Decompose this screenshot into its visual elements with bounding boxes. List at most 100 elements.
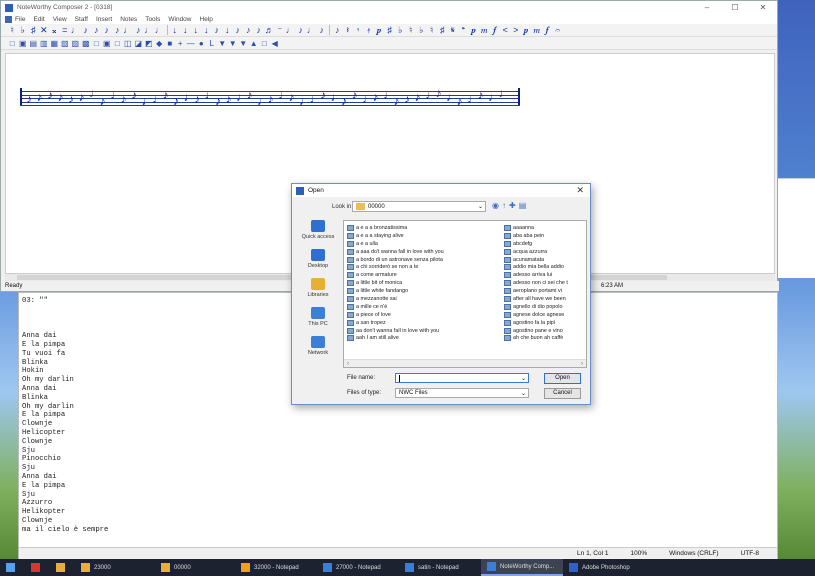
scroll-left-icon[interactable]: ‹ <box>347 361 349 367</box>
place-network[interactable]: Network <box>298 336 338 362</box>
file-item[interactable]: aa don't wanna fall in love with you <box>347 327 459 335</box>
menu-item-edit[interactable]: Edit <box>33 16 44 23</box>
back-icon[interactable]: ◉ <box>492 201 499 210</box>
toolbar-button[interactable]: > <box>511 24 522 37</box>
file-item[interactable]: adesso arriva lui <box>504 271 586 279</box>
toolbar-button[interactable]: ♩ <box>285 24 296 37</box>
toolbar-button[interactable]: ♩ <box>306 24 317 37</box>
file-item[interactable]: aaaanna <box>504 224 586 232</box>
file-item[interactable]: after all have we been <box>504 295 586 303</box>
file-item[interactable]: aeroplano portami vi <box>504 287 586 295</box>
toolbar-button[interactable]: ♪ <box>133 24 144 37</box>
file-list-scrollbar[interactable]: ‹ › <box>344 359 586 367</box>
cancel-button[interactable]: Cancel <box>544 388 581 399</box>
toolbar-button[interactable]: 𝆏 <box>521 24 532 37</box>
file-item[interactable]: a chi sorriderò se non a te <box>347 263 459 271</box>
toolbar-button[interactable]: □ <box>112 37 123 50</box>
file-item[interactable]: adesso non ci sei che t <box>504 279 586 287</box>
menu-item-tools[interactable]: Tools <box>145 16 160 23</box>
taskbar-item[interactable]: NoteWorthy Comp... <box>481 559 563 576</box>
toolbar-button[interactable]: ♪ <box>317 24 328 37</box>
toolbar-button[interactable]: ◪ <box>133 37 144 50</box>
new-folder-icon[interactable]: ✚ <box>509 201 516 210</box>
toolbar-button[interactable]: 𝄽 <box>343 24 354 37</box>
taskbar-item[interactable]: satin - Notepad <box>399 559 481 576</box>
file-item[interactable]: a come armature <box>347 271 459 279</box>
toolbar-button[interactable]: ▧ <box>60 37 71 50</box>
file-list[interactable]: a e a a bronzatissima a e a a staying ali… <box>343 220 587 368</box>
file-item[interactable]: a little white fandango <box>347 287 459 295</box>
toolbar-button[interactable]: ♮ <box>7 24 18 37</box>
file-item[interactable]: aba aba pein <box>504 232 586 240</box>
toolbar-button[interactable]: 𝆏 <box>469 24 480 37</box>
toolbar-button[interactable]: ♪ <box>81 24 92 37</box>
up-folder-icon[interactable]: ↑ <box>502 201 506 210</box>
toolbar-button[interactable]: 𝄾 <box>353 24 364 37</box>
toolbar-button[interactable]: 𝆐 <box>532 24 543 37</box>
place-this-pc[interactable]: This PC <box>298 307 338 333</box>
toolbar-button[interactable]: ◆ <box>154 37 165 50</box>
minimize-icon[interactable]: – <box>693 3 721 12</box>
file-item[interactable]: a little bit of monica <box>347 279 459 287</box>
toolbar-button[interactable]: ♯ <box>28 24 39 37</box>
toolbar-button[interactable]: ♩ <box>70 24 81 37</box>
toolbar-button[interactable]: 𝄪 <box>49 24 60 37</box>
toolbar-button[interactable]: ↓ <box>180 24 191 37</box>
toolbar-button[interactable]: ▣ <box>102 37 113 50</box>
file-item[interactable]: a san tropez <box>347 319 459 327</box>
file-item[interactable]: agnese dolce agnese <box>504 311 586 319</box>
menu-item-staff[interactable]: Staff <box>75 16 88 23</box>
toolbar-button[interactable]: ◫ <box>123 37 134 50</box>
pinned-app[interactable] <box>25 559 50 576</box>
toolbar-button[interactable]: ♯ <box>437 24 448 37</box>
toolbar-button[interactable]: 𝄌 <box>458 24 469 37</box>
toolbar-button[interactable]: ◀ <box>270 37 281 50</box>
toolbar-button[interactable]: ▼ <box>238 37 249 50</box>
toolbar-button[interactable]: ♭ <box>18 24 29 37</box>
toolbar-button[interactable]: ♯ <box>385 24 396 37</box>
maximize-icon[interactable]: ☐ <box>721 3 749 12</box>
toolbar-button[interactable]: ♪ <box>332 24 343 37</box>
close-icon[interactable]: ✕ <box>749 3 777 12</box>
toolbar-button[interactable]: ♭ <box>395 24 406 37</box>
toolbar-button[interactable]: 𝆑 <box>542 24 553 37</box>
toolbar-button[interactable]: ■ <box>165 37 176 50</box>
taskbar-item[interactable]: 27000 - Notepad <box>317 559 399 576</box>
close-icon[interactable]: ✕ <box>576 185 584 196</box>
toolbar-button[interactable]: □ <box>91 37 102 50</box>
toolbar-button[interactable]: ● <box>196 37 207 50</box>
toolbar-button[interactable]: ♮ <box>406 24 417 37</box>
toolbar-button[interactable]: ♪ <box>102 24 113 37</box>
toolbar-button[interactable]: ▲ <box>249 37 260 50</box>
file-type-select[interactable]: NWC Files ⌄ <box>395 388 529 398</box>
toolbar-button[interactable]: ↓ <box>222 24 233 37</box>
toolbar-button[interactable]: ♮ <box>427 24 438 37</box>
file-item[interactable]: a e a a staying alive <box>347 232 459 240</box>
toolbar-button[interactable]: ♪ <box>91 24 102 37</box>
file-item[interactable]: a e a ulla <box>347 240 459 248</box>
toolbar-button[interactable]: ♪ <box>112 24 123 37</box>
toolbar-button[interactable]: 𝆐 <box>479 24 490 37</box>
toolbar-button[interactable]: ▼ <box>217 37 228 50</box>
toolbar-button[interactable]: □ <box>259 37 270 50</box>
file-item[interactable]: a mezzanotte sai <box>347 295 459 303</box>
menu-item-view[interactable]: View <box>53 16 67 23</box>
file-item[interactable]: ah che buon ah caffè <box>504 334 586 342</box>
toolbar-button[interactable]: 𝆑 <box>490 24 501 37</box>
taskbar-item[interactable]: 32000 - Notepad <box>235 559 317 576</box>
file-item[interactable]: addio mia bella addio <box>504 263 586 271</box>
toolbar-button[interactable]: 𝄿 <box>364 24 375 37</box>
file-item[interactable]: a e a a bronzatissima <box>347 224 459 232</box>
taskbar-item[interactable]: 00000 <box>155 559 235 576</box>
file-item[interactable]: a piece of love <box>347 311 459 319</box>
menu-item-notes[interactable]: Notes <box>120 16 137 23</box>
place-libraries[interactable]: Libraries <box>298 278 338 304</box>
file-item[interactable]: aah I am still alive <box>347 334 459 342</box>
pinned-app[interactable] <box>50 559 75 576</box>
file-item[interactable]: a aaa do't wanna fall in love with you <box>347 248 459 256</box>
toolbar-button[interactable]: ▨ <box>70 37 81 50</box>
scroll-right-icon[interactable]: › <box>581 361 583 367</box>
place-desktop[interactable]: Desktop <box>298 249 338 275</box>
toolbar-button[interactable]: 𝆏 <box>374 24 385 37</box>
toolbar-button[interactable]: ✕ <box>39 24 50 37</box>
